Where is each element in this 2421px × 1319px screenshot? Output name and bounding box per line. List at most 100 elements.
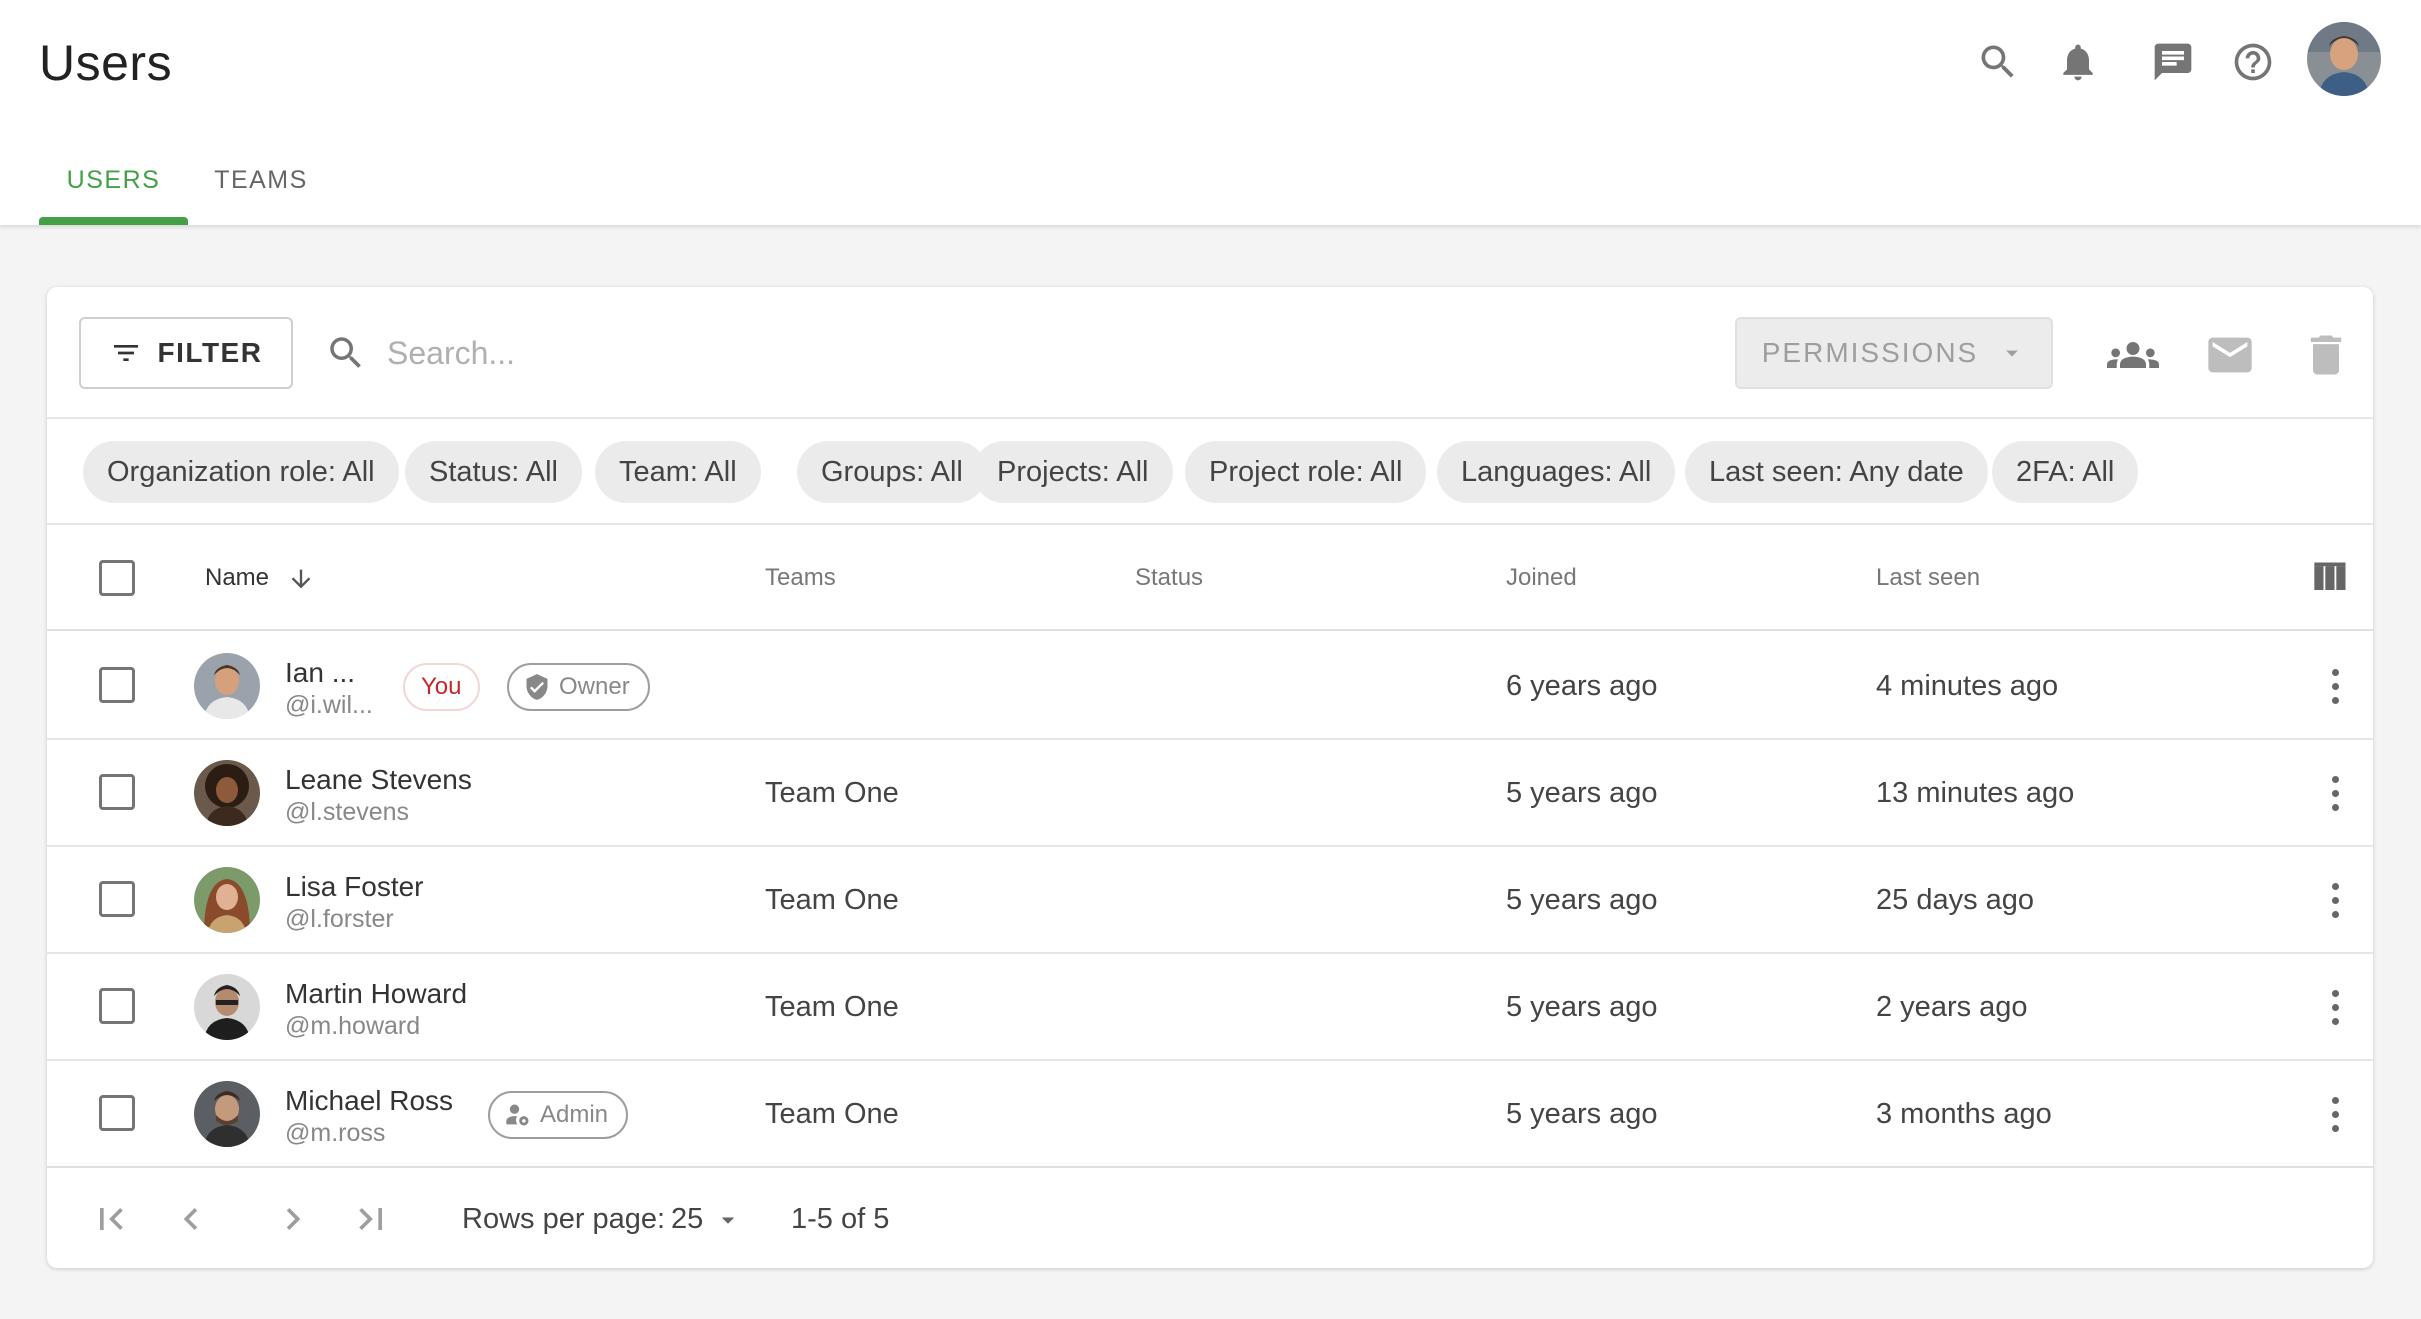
more-vert-icon[interactable] bbox=[2327, 776, 2343, 812]
search-input[interactable] bbox=[387, 334, 1387, 372]
column-name-label: Name bbox=[205, 564, 270, 591]
owner-badge: Owner bbox=[507, 663, 650, 711]
more-vert-icon[interactable] bbox=[2327, 883, 2343, 919]
rows-per-page-label: Rows per page: bbox=[462, 1203, 666, 1235]
app-header: Users USERS TEAMS bbox=[0, 0, 2421, 225]
tab-teams[interactable]: TEAMS bbox=[196, 150, 326, 225]
permissions-label: PERMISSIONS bbox=[1761, 337, 1979, 368]
chip-team[interactable]: Team: All bbox=[595, 441, 761, 503]
admin-badge: Admin bbox=[488, 1091, 629, 1139]
row-checkbox[interactable] bbox=[99, 667, 135, 703]
last-seen-cell: 25 days ago bbox=[1876, 884, 2035, 916]
caret-down-icon bbox=[722, 1217, 735, 1225]
select-all-checkbox[interactable] bbox=[99, 560, 135, 596]
chip-2fa[interactable]: 2FA: All bbox=[1992, 441, 2139, 503]
user-handle: @m.howard bbox=[285, 1012, 421, 1040]
chip-languages[interactable]: Languages: All bbox=[1437, 441, 1676, 503]
chip-status[interactable]: Status: All bbox=[405, 441, 582, 503]
chat-icon[interactable] bbox=[2151, 40, 2195, 84]
you-badge: You bbox=[403, 663, 480, 711]
team-cell: Team One bbox=[765, 1098, 899, 1130]
sort-arrow-down-icon bbox=[291, 569, 311, 588]
columns-icon[interactable] bbox=[2307, 557, 2351, 601]
help-icon[interactable] bbox=[2231, 40, 2275, 84]
row-checkbox[interactable] bbox=[99, 1095, 135, 1131]
active-tab-indicator bbox=[39, 217, 188, 225]
admin-user-icon bbox=[506, 1104, 529, 1126]
previous-page-icon[interactable] bbox=[169, 1197, 213, 1241]
user-name[interactable]: Lisa Foster bbox=[285, 871, 424, 903]
table-row[interactable]: Lisa Foster @l.forster Team One 5 years … bbox=[47, 847, 2373, 954]
more-vert-icon[interactable] bbox=[2327, 669, 2343, 705]
page-range: 1-5 of 5 bbox=[791, 1203, 890, 1235]
last-seen-cell: 2 years ago bbox=[1876, 991, 2028, 1023]
user-name[interactable]: Michael Ross bbox=[285, 1085, 453, 1117]
user-name[interactable]: Leane Stevens bbox=[285, 764, 472, 796]
page-title: Users bbox=[39, 35, 173, 91]
filter-icon bbox=[113, 345, 138, 361]
column-last-seen[interactable]: Last seen bbox=[1876, 525, 1980, 631]
search-icon[interactable] bbox=[1976, 40, 2020, 84]
avatar bbox=[194, 760, 260, 826]
last-seen-cell: 3 months ago bbox=[1876, 1098, 2052, 1130]
column-name[interactable]: Name bbox=[205, 525, 315, 631]
first-page-icon[interactable] bbox=[89, 1197, 133, 1241]
filter-label: FILTER bbox=[157, 337, 263, 368]
avatar[interactable] bbox=[2307, 22, 2381, 96]
column-joined[interactable]: Joined bbox=[1506, 525, 1577, 631]
admin-badge-label: Admin bbox=[540, 1101, 609, 1128]
last-page-icon[interactable] bbox=[349, 1197, 393, 1241]
team-cell: Team One bbox=[765, 777, 899, 809]
table-header: Name Teams Status Joined Last seen bbox=[47, 525, 2373, 631]
chip-project-role[interactable]: Project role: All bbox=[1185, 441, 1427, 503]
user-handle: @l.stevens bbox=[285, 798, 410, 826]
table-row[interactable]: Ian ... @i.wil... You Owner 6 years ago … bbox=[47, 633, 2373, 740]
group-icon[interactable] bbox=[2107, 329, 2159, 381]
rows-per-page-select[interactable]: 25 bbox=[671, 1171, 743, 1268]
more-vert-icon[interactable] bbox=[2327, 1097, 2343, 1133]
filter-button[interactable]: FILTER bbox=[79, 317, 293, 389]
user-handle: @i.wil... bbox=[285, 691, 373, 719]
avatar bbox=[194, 653, 260, 719]
search-icon bbox=[330, 337, 361, 368]
team-cell: Team One bbox=[765, 991, 899, 1023]
table-row[interactable]: Martin Howard @m.howard Team One 5 years… bbox=[47, 954, 2373, 1061]
user-handle: @l.forster bbox=[285, 905, 394, 933]
joined-cell: 5 years ago bbox=[1506, 1098, 1658, 1130]
tab-users[interactable]: USERS bbox=[39, 150, 188, 225]
team-cell: Team One bbox=[765, 884, 899, 916]
joined-cell: 5 years ago bbox=[1506, 991, 1658, 1023]
chip-groups[interactable]: Groups: All bbox=[797, 441, 987, 503]
next-page-icon[interactable] bbox=[271, 1197, 315, 1241]
chip-projects[interactable]: Projects: All bbox=[973, 441, 1173, 503]
last-seen-cell: 13 minutes ago bbox=[1876, 777, 2075, 809]
bell-icon[interactable] bbox=[2056, 40, 2100, 84]
filter-chips: Organization role: All Status: All Team:… bbox=[47, 419, 2373, 525]
users-card: FILTER PERMISSIONS Organization role: Al… bbox=[47, 287, 2373, 1268]
user-name[interactable]: Martin Howard bbox=[285, 978, 467, 1010]
owner-badge-label: Owner bbox=[559, 673, 630, 700]
row-checkbox[interactable] bbox=[99, 774, 135, 810]
chip-last-seen[interactable]: Last seen: Any date bbox=[1685, 441, 1988, 503]
toolbar: FILTER PERMISSIONS bbox=[47, 287, 2373, 419]
avatar bbox=[194, 1081, 260, 1147]
row-checkbox[interactable] bbox=[99, 988, 135, 1024]
avatar bbox=[194, 974, 260, 1040]
joined-cell: 5 years ago bbox=[1506, 884, 1658, 916]
user-handle: @m.ross bbox=[285, 1119, 386, 1147]
permissions-dropdown[interactable]: PERMISSIONS bbox=[1735, 317, 2053, 389]
column-status[interactable]: Status bbox=[1135, 525, 1203, 631]
column-teams[interactable]: Teams bbox=[765, 525, 836, 631]
shield-check-icon bbox=[526, 674, 548, 700]
user-name[interactable]: Ian ... bbox=[285, 657, 355, 689]
row-checkbox[interactable] bbox=[99, 881, 135, 917]
more-vert-icon[interactable] bbox=[2327, 990, 2343, 1026]
mail-icon[interactable] bbox=[2204, 329, 2256, 381]
table-row[interactable]: Leane Stevens @l.stevens Team One 5 year… bbox=[47, 740, 2373, 847]
last-seen-cell: 4 minutes ago bbox=[1876, 670, 2059, 702]
table-row[interactable]: Michael Ross @m.ross Admin Team One 5 ye… bbox=[47, 1061, 2373, 1168]
chip-organization-role[interactable]: Organization role: All bbox=[83, 441, 399, 503]
trash-icon[interactable] bbox=[2300, 329, 2352, 381]
caret-down-icon bbox=[2006, 350, 2019, 357]
joined-cell: 6 years ago bbox=[1506, 670, 1658, 702]
